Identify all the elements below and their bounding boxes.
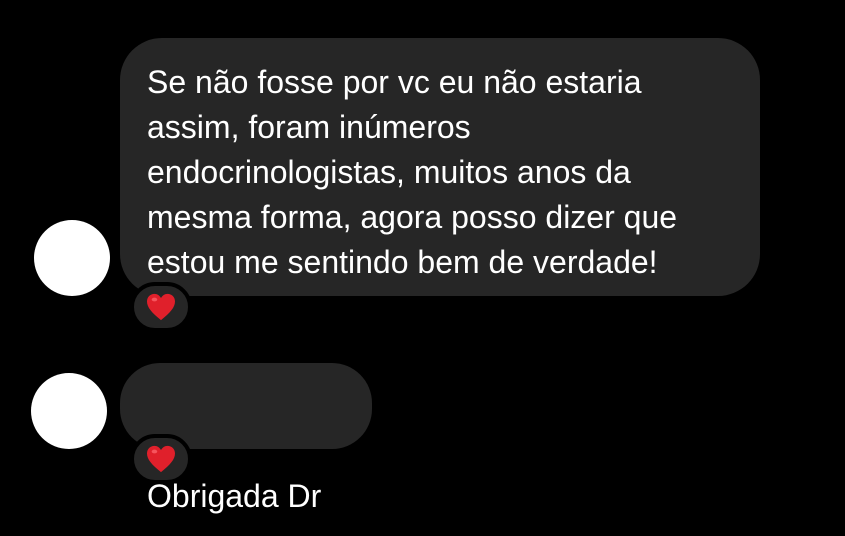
heart-icon — [147, 293, 175, 321]
message-text-line: Se não fosse por vc eu não estaria — [147, 64, 642, 100]
heart-reaction[interactable] — [130, 434, 192, 484]
sender-avatar[interactable] — [34, 220, 110, 296]
message-text-line: estou me sentindo bem de verdade! — [147, 244, 658, 280]
sender-avatar[interactable] — [31, 373, 107, 449]
message-bubble[interactable]: Se não fosse por vc eu não estaria assim… — [120, 38, 760, 296]
heart-reaction[interactable] — [130, 282, 192, 332]
message-text-line: endocrinologistas, muitos anos da — [147, 154, 631, 190]
heart-icon — [147, 445, 175, 473]
message-text-line: assim, foram inúmeros — [147, 109, 471, 145]
message-text-line: mesma forma, agora posso dizer que — [147, 199, 678, 235]
chat-thread: Se não fosse por vc eu não estaria assim… — [0, 0, 845, 536]
